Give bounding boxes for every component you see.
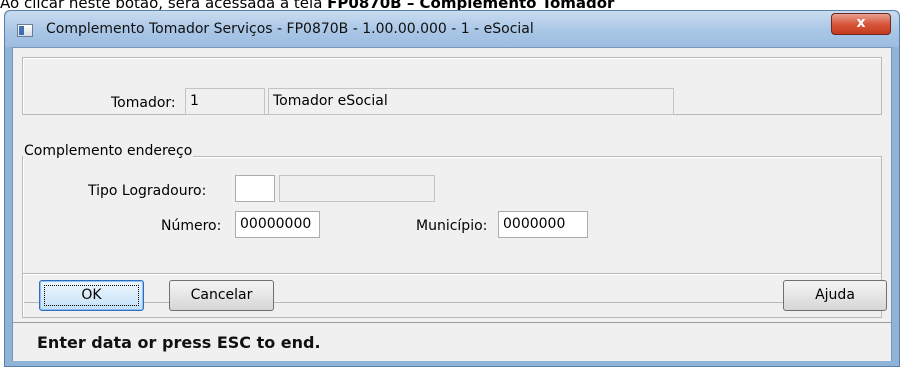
numero-input[interactable]: 00000000 (235, 211, 320, 238)
municipio-label: Município: (416, 218, 488, 234)
dialog-client-area: Tomador: 1 Tomador eSocial Complemento e… (12, 47, 892, 361)
buttons-panel (22, 273, 882, 318)
complemento-endereco-legend: Complemento endereço (23, 143, 194, 159)
document-intro-text: Ao clicar neste botão, será acessada a t… (0, 0, 906, 10)
close-icon: x (856, 15, 866, 31)
help-button[interactable]: Ajuda (783, 280, 887, 311)
intro-bold-text: FP0870B – Complemento Tomador (327, 0, 615, 10)
tipo-logradouro-desc-field (279, 175, 435, 202)
status-message: Enter data or press ESC to end. (37, 333, 321, 352)
tomador-name-field: Tomador eSocial (268, 88, 674, 115)
tomador-label: Tomador: (111, 95, 176, 111)
title-bar[interactable]: Complemento Tomador Serviços - FP0870B -… (5, 11, 899, 47)
ok-button[interactable]: OK (39, 280, 144, 311)
tomador-code-field: 1 (185, 88, 265, 115)
intro-text: Ao clicar neste botão, será acessada a t… (0, 0, 323, 10)
close-button[interactable]: x (831, 13, 891, 35)
numero-label: Número: (161, 218, 222, 234)
status-bar: Enter data or press ESC to end. (13, 322, 891, 361)
municipio-input[interactable]: 0000000 (498, 211, 588, 238)
tipo-logradouro-code-input[interactable] (235, 175, 275, 202)
ok-focus-rect (44, 285, 139, 306)
window-app-icon (17, 24, 33, 37)
cancel-button[interactable]: Cancelar (169, 280, 274, 311)
dialog-window: Complemento Tomador Serviços - FP0870B -… (4, 10, 900, 367)
tipo-logradouro-label: Tipo Logradouro: (88, 183, 207, 199)
window-title: Complemento Tomador Serviços - FP0870B -… (46, 21, 534, 37)
